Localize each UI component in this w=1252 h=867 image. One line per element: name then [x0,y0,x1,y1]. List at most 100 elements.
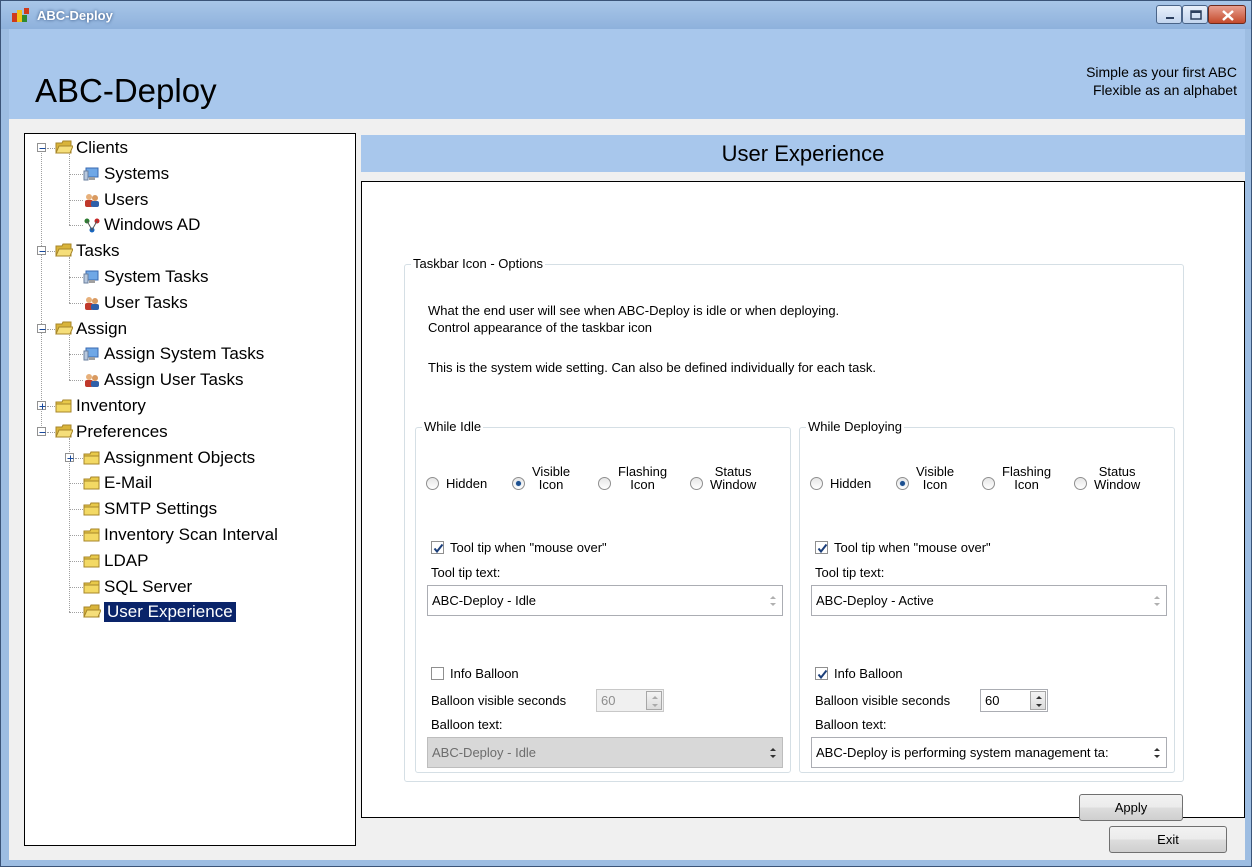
tree-item-ldap[interactable]: LDAP [25,549,355,573]
tree-item-user-tasks[interactable]: User Tasks [25,291,355,315]
idle-radio-visible-icon[interactable] [512,477,525,490]
scroll-arrows-icon [1154,748,1160,758]
apply-button[interactable]: Apply [1079,794,1183,821]
idle-balloon-text-field[interactable]: ABC-Deploy - Idle [427,737,783,768]
tree-item-label: SMTP Settings [104,499,218,519]
deploying-radio-visible-icon[interactable] [896,477,909,490]
deploying-info-balloon-checkbox-label[interactable]: Info Balloon [834,666,903,682]
checkmark-icon [433,543,444,554]
collapse-icon[interactable] [37,323,46,333]
expand-icon[interactable] [65,452,74,462]
taskbar-description-3: This is the system wide setting. Can als… [428,360,877,375]
deploying-tooltip-text-field[interactable]: ABC-Deploy - Active [811,585,1167,616]
tree-item-windows-ad[interactable]: Windows AD [25,213,355,237]
app-window: ABC-Deploy ABC-Deploy Simple as your fir… [0,0,1252,867]
folder-open-icon [55,321,74,337]
idle-radio-visible-icon-label[interactable]: Visible Icon [532,465,570,491]
tree-item-inventory[interactable]: Inventory [25,394,355,418]
tree-item-preferences[interactable]: Preferences [25,420,355,444]
tree-item-tasks[interactable]: Tasks [25,239,355,263]
tree-item-label: Inventory [76,396,146,415]
deploying-radio-status-window-label[interactable]: Status Window [1094,465,1140,491]
deploying-radio-visible-icon-label-line-2: Icon [922,477,948,492]
tree-item-system-tasks[interactable]: System Tasks [25,265,355,289]
users-icon [83,372,101,388]
tree-item-label: User Experience [104,602,236,623]
while-deploying-group: While Deploying Hidden Visible Icon Flash… [799,419,1175,773]
deploying-radio-hidden-label[interactable]: Hidden [830,477,871,490]
idle-tooltip-checkbox[interactable] [431,541,444,554]
tree-item-assign-user-tasks[interactable]: Assign User Tasks [25,368,355,392]
collapse-icon[interactable] [37,143,46,152]
navigation-tree[interactable]: Clients Systems Users Windows AD Tasks System… [24,133,356,846]
idle-radio-flashing-icon-label[interactable]: Flashing Icon [618,465,667,491]
idle-balloon-seconds-label: Balloon visible seconds [431,693,567,708]
taskbar-description-1: What the end user will see when ABC-Depl… [428,303,840,318]
deploying-radio-status-window[interactable] [1074,477,1087,490]
idle-tooltip-text-field[interactable]: ABC-Deploy - Idle [427,585,783,616]
tree-item-users[interactable]: Users [25,188,355,212]
deploying-tooltip-checkbox-label[interactable]: Tool tip when "mouse over" [834,540,991,556]
tree-item-assign-system-tasks[interactable]: Assign System Tasks [25,342,355,366]
folder-icon [83,475,101,491]
idle-radio-hidden[interactable] [426,477,439,490]
deploying-tooltip-checkbox[interactable] [815,541,828,554]
tree-item-label: Preferences [76,421,168,441]
idle-balloon-seconds-updown[interactable] [646,691,662,710]
tree-item-systems[interactable]: Systems [25,162,355,186]
idle-info-balloon-checkbox[interactable] [431,667,444,680]
folder-icon [83,553,101,569]
idle-info-balloon-checkbox-label[interactable]: Info Balloon [450,666,519,682]
taskbar-options-group: Taskbar Icon - Options What the end user… [404,256,1184,782]
collapse-icon[interactable] [37,246,46,256]
folder-icon [83,450,101,466]
monitor-icon [83,346,101,362]
folder-icon [83,501,101,517]
tree-item-user-experience[interactable]: User Experience [25,600,355,624]
idle-balloon-seconds-stepper[interactable]: 60 [596,689,664,712]
scroll-arrows-icon [770,596,776,606]
folder-open-icon [55,140,74,156]
tree-item-label: Windows AD [104,215,201,235]
expand-icon[interactable] [37,401,46,410]
deploying-radio-visible-icon-label[interactable]: Visible Icon [916,465,954,491]
deploying-info-balloon-checkbox[interactable] [815,667,828,680]
deploying-balloon-seconds-stepper[interactable]: 60 [980,689,1048,712]
exit-button[interactable]: Exit [1109,826,1227,853]
idle-balloon-seconds-value: 60 [601,693,616,708]
tree-item-e-mail[interactable]: E-Mail [25,471,355,495]
deploying-radio-status-window-label-line-2: Window [1094,477,1141,492]
window-title: ABC-Deploy [37,8,113,23]
maximize-button[interactable] [1182,5,1208,24]
title-bar[interactable]: ABC-Deploy [1,1,1251,29]
tree-item-clients[interactable]: Clients [25,136,355,160]
folder-icon [83,579,101,595]
idle-tooltip-checkbox-label[interactable]: Tool tip when "mouse over" [450,540,607,556]
idle-radio-status-window-label[interactable]: Status Window [710,465,756,491]
tree-item-inventory-scan-interval[interactable]: Inventory Scan Interval [25,523,355,547]
deploying-radio-flashing-icon[interactable] [982,477,995,490]
deploying-balloon-text-field[interactable]: ABC-Deploy is performing system manageme… [811,737,1167,768]
deploying-balloon-seconds-label: Balloon visible seconds [815,693,951,708]
minimize-button[interactable] [1156,5,1182,24]
tree-item-assignment-objects[interactable]: Assignment Objects [25,446,355,470]
tree-item-label: Inventory Scan Interval [104,525,278,544]
deploying-balloon-seconds-updown[interactable] [1030,691,1046,710]
close-button[interactable] [1208,5,1246,24]
tree-item-sql-server[interactable]: SQL Server [25,575,355,599]
idle-radio-flashing-icon[interactable] [598,477,611,490]
scroll-arrows-icon [1154,596,1160,606]
scroll-arrows-icon [770,748,776,758]
idle-radio-visible-icon-label-line-2: Icon [538,477,564,492]
idle-radio-hidden-label[interactable]: Hidden [446,477,487,490]
tree-item-label: User Tasks [104,292,188,312]
idle-radio-status-window-label-line-2: Window [710,477,757,492]
tree-item-assign[interactable]: Assign [25,317,355,341]
deploying-radio-hidden[interactable] [810,477,823,490]
deploying-radio-flashing-icon-label[interactable]: Flashing Icon [1002,465,1051,491]
collapse-icon[interactable] [37,426,46,436]
tree-item-label: Clients [76,138,128,157]
tree-item-label: Assign System Tasks [104,344,265,364]
tree-item-smtp-settings[interactable]: SMTP Settings [25,497,355,521]
idle-radio-status-window[interactable] [690,477,703,490]
